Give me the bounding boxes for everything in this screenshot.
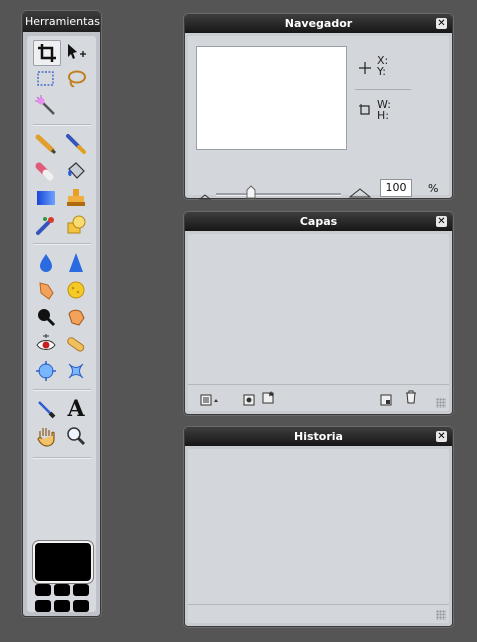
pencil-tool-icon[interactable] [33,132,59,156]
y-label: Y: [377,65,386,78]
palette-swatch[interactable] [54,600,70,612]
h-label: H: [377,109,389,122]
gradient-tool-icon[interactable] [33,186,59,210]
blur-tool-icon[interactable] [33,251,59,275]
navigator-title-bar[interactable]: Navegador ✕ [185,15,452,33]
foreground-color-swatch[interactable] [33,541,93,583]
resize-grip[interactable] [436,398,446,408]
history-title: Historia [294,430,343,443]
zoom-tool-icon[interactable] [63,424,89,448]
palette-swatch[interactable] [73,600,89,612]
close-icon[interactable]: ✕ [436,18,447,29]
lasso-tool-icon[interactable] [63,67,89,91]
layer-settings-icon[interactable] [200,391,220,410]
clone-stamp-tool-icon[interactable] [63,186,89,210]
zoom-out-icon[interactable] [198,186,212,205]
eraser-tool-icon[interactable] [33,159,59,183]
burn-tool-icon[interactable] [63,305,89,329]
tools-separator [33,243,91,245]
history-list[interactable] [188,449,449,623]
palette-swatch[interactable] [54,584,70,596]
close-icon[interactable]: ✕ [436,431,447,442]
zoom-in-icon[interactable] [348,184,372,203]
delete-layer-icon[interactable] [404,389,418,408]
brush-tool-icon[interactable] [63,132,89,156]
tools-grid: A [27,36,96,612]
crosshair-icon [358,60,372,79]
zoom-level-input[interactable]: 100 [380,179,412,197]
dodge-tool-icon[interactable] [33,305,59,329]
history-footer-divider [188,604,449,605]
text-tool-icon[interactable]: A [63,396,89,422]
layer-style-icon[interactable] [262,389,276,408]
navigator-body: X: Y: W: H: 100 % [188,36,449,200]
color-replace-tool-icon[interactable] [33,213,59,237]
zoom-slider-thumb[interactable] [246,184,256,199]
tools-separator [33,389,91,391]
magic-wand-tool-icon[interactable] [33,94,59,118]
zoom-unit: % [428,182,439,195]
navigator-preview[interactable] [196,46,347,150]
resize-grip[interactable] [436,610,446,620]
new-layer-icon[interactable] [380,391,392,410]
layers-title: Capas [299,215,338,228]
smudge-tool-icon[interactable] [33,278,59,302]
sharpen-tool-icon[interactable] [63,251,89,275]
layers-panel: Capas ✕ [184,212,453,415]
divider [355,89,411,90]
navigator-title: Navegador [284,17,353,30]
history-panel: Historia ✕ [184,427,453,627]
close-icon[interactable]: ✕ [436,216,447,227]
layers-list[interactable] [188,234,449,411]
palette-swatch[interactable] [35,600,51,612]
marquee-select-tool-icon[interactable] [33,67,59,91]
eyedropper-tool-icon[interactable] [33,397,59,421]
tools-panel: Herramientas A [22,11,101,617]
palette-swatch[interactable] [73,584,89,596]
move-tool-icon[interactable] [63,40,89,64]
sponge-tool-icon[interactable] [63,278,89,302]
tools-panel-title[interactable]: Herramientas [23,12,100,32]
tools-separator [33,124,91,126]
layers-title-bar[interactable]: Capas ✕ [185,213,452,231]
navigator-panel: Navegador ✕ X: Y: W: H: 100 % [184,14,453,200]
pinch-tool-icon[interactable] [63,359,89,383]
layers-footer [188,384,449,411]
zoom-slider-track[interactable] [216,193,341,196]
red-eye-tool-icon[interactable] [33,332,59,356]
layer-mask-icon[interactable] [243,391,255,410]
history-title-bar[interactable]: Historia ✕ [185,428,452,446]
dimensions-icon [358,102,372,121]
paint-bucket-tool-icon[interactable] [63,159,89,183]
palette-swatch[interactable] [35,584,51,596]
spot-heal-tool-icon[interactable] [63,332,89,356]
bloat-tool-icon[interactable] [33,359,59,383]
tools-separator [33,457,91,459]
shape-tool-icon[interactable] [63,213,89,237]
crop-tool-icon[interactable] [33,40,61,66]
hand-tool-icon[interactable] [33,424,59,448]
